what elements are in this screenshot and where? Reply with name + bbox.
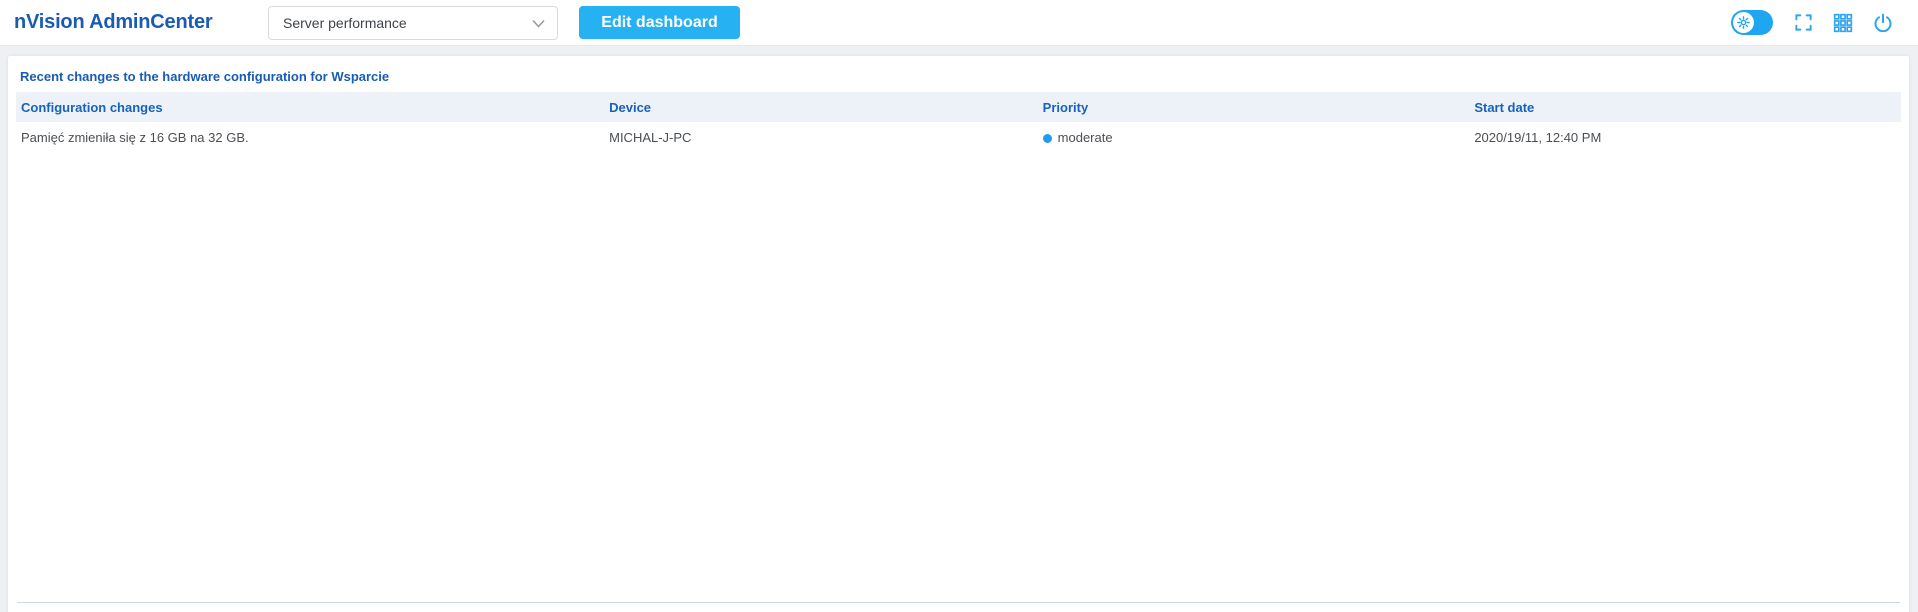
cell-start-date: 2020/19/11, 12:40 PM xyxy=(1474,129,1602,145)
table-header-row: Configuration changes Device Priority St… xyxy=(16,92,1901,122)
priority-label: moderate xyxy=(1057,129,1113,145)
edit-dashboard-button[interactable]: Edit dashboard xyxy=(579,6,740,39)
widget-title: Recent changes to the hardware configura… xyxy=(20,69,390,84)
column-header-device[interactable]: Device xyxy=(604,92,1038,122)
dashboard-select[interactable]: Server performance xyxy=(268,6,558,40)
apps-grid-icon[interactable] xyxy=(1833,13,1853,33)
hardware-changes-table: Configuration changes Device Priority St… xyxy=(16,92,1901,152)
theme-toggle[interactable] xyxy=(1731,10,1773,35)
dashboard-select-value: Server performance xyxy=(283,15,407,31)
fullscreen-icon[interactable] xyxy=(1793,13,1813,33)
brightness-icon xyxy=(1733,12,1754,33)
chevron-down-icon xyxy=(532,19,545,28)
table-row[interactable]: Pamięć zmieniła się z 16 GB na 32 GB. MI… xyxy=(16,122,1901,152)
cell-priority: moderate xyxy=(1038,122,1470,152)
top-bar: nVision AdminCenter Server performance E… xyxy=(0,0,1918,46)
app-logo[interactable]: nVision AdminCenter xyxy=(14,0,213,45)
column-header-configuration-changes[interactable]: Configuration changes xyxy=(16,92,605,122)
priority-dot-icon xyxy=(1042,133,1052,143)
recent-changes-widget: Recent changes to the hardware configura… xyxy=(8,56,1909,612)
cell-device: MICHAL-J-PC xyxy=(609,129,692,145)
cell-configuration-change: Pamięć zmieniła się z 16 GB na 32 GB. xyxy=(21,129,249,145)
widget-footer-divider xyxy=(17,602,1900,603)
power-icon[interactable] xyxy=(1873,13,1893,33)
topbar-icon-group xyxy=(1731,0,1893,45)
column-header-priority[interactable]: Priority xyxy=(1037,92,1470,122)
column-header-start-date[interactable]: Start date xyxy=(1469,92,1901,122)
